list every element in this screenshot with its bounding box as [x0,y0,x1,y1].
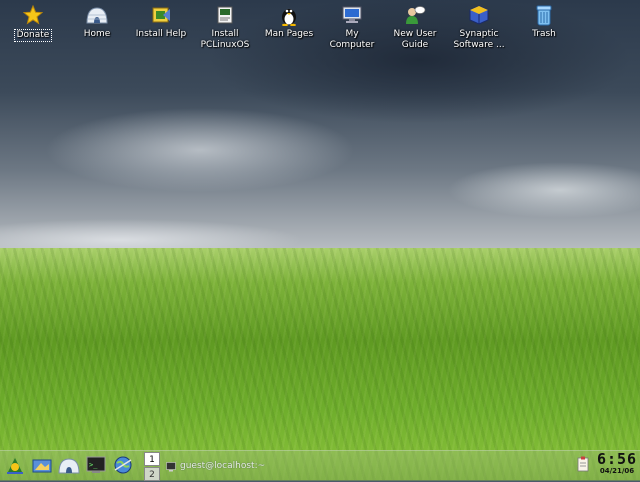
desktop-icon-trash[interactable]: Trash [508,4,580,40]
desktop-icon-my-computer[interactable]: My Computer [316,4,388,51]
terminal-icon [166,457,176,476]
desktop-icon-label: Man Pages [264,29,314,39]
show-desktop-icon [31,455,53,479]
desktop-icon-install-help[interactable]: Install Help [125,4,197,40]
home-igloo-icon [86,4,108,26]
desktop-icon-label: Donate [13,29,53,42]
desktop-icon-label: Trash [532,29,556,39]
pclinuxos-menu-button[interactable] [2,454,28,480]
desktop-icon-install-pclinuxos[interactable]: Install PCLinuxOS [189,4,261,51]
user-guide-icon [404,4,426,26]
star-icon [22,4,44,26]
clipboard-tray-button[interactable] [577,456,589,472]
trash-icon [533,4,555,26]
pclinuxos-menu-icon [5,455,25,479]
desktop-icon-label: New User Guide [393,29,437,50]
network-launcher-button[interactable] [110,454,136,480]
desktop-pager: 1 2 [144,452,160,481]
pager-desktop-2[interactable]: 2 [144,467,160,481]
taskbar: >_ 1 2 guest@localhost:~ [0,450,640,481]
computer-icon [341,4,363,26]
desktop-icon-label: Install PCLinuxOS [200,29,250,50]
install-pclinuxos-icon [214,4,236,26]
show-desktop-button[interactable] [29,454,55,480]
desktop-wallpaper [0,0,640,480]
install-help-icon [150,4,172,26]
clock[interactable]: 6:56 04/21/06 [594,451,640,480]
wallpaper-grass-field [0,248,640,480]
clock-date: 04/21/06 [599,467,635,475]
desktop-icon-label: My Computer [329,29,375,50]
desktop-icon-label: Install Help [135,29,187,39]
desktop-icon-home[interactable]: Home [61,4,133,40]
desktop-icon-label: Synaptic Software ... [453,29,505,50]
clipboard-icon [577,456,589,476]
home-launcher-button[interactable] [56,454,82,480]
desktop-icon-new-user-guide[interactable]: New User Guide [379,4,451,51]
desktop-icon-synaptic[interactable]: Synaptic Software ... [443,4,515,51]
desktop-icon-donate[interactable]: Donate [0,4,69,42]
task-label: guest@localhost:~ [180,461,266,471]
terminal-launcher-button[interactable]: >_ [83,454,109,480]
synaptic-package-icon [468,4,490,26]
desktop-icon-man-pages[interactable]: Man Pages [253,4,325,40]
desktop-icon-label: Home [83,29,111,39]
network-globe-icon [113,455,133,479]
task-button-terminal[interactable]: guest@localhost:~ [166,454,265,478]
tux-penguin-icon [278,4,300,26]
clock-time: 6:56 [596,450,638,468]
svg-text:>_: >_ [89,461,98,469]
terminal-icon: >_ [86,456,106,478]
home-igloo-icon [58,456,80,478]
pager-desktop-1[interactable]: 1 [144,452,160,466]
